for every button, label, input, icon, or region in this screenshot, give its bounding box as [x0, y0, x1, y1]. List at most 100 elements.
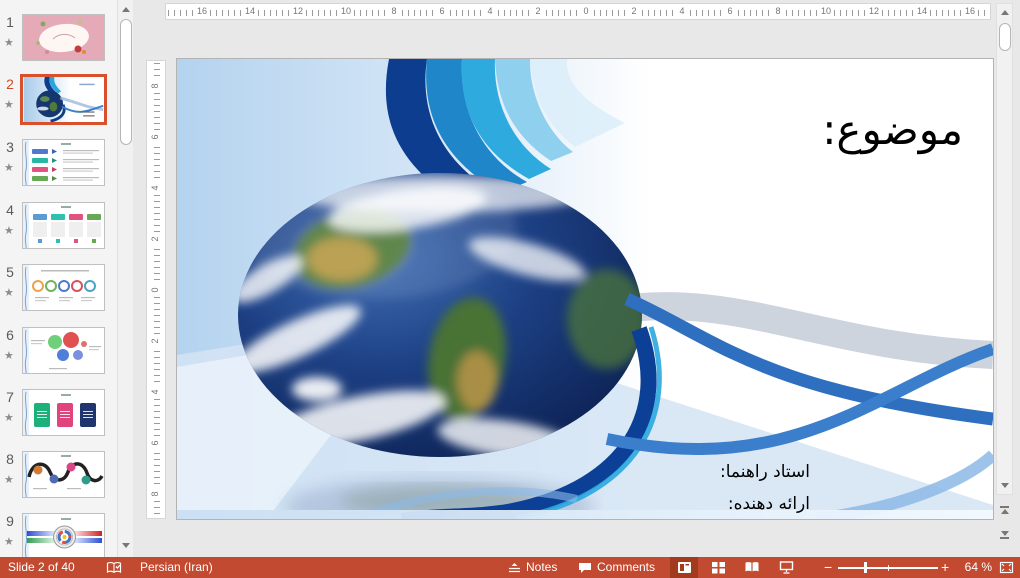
notes-button[interactable]: Notes	[508, 557, 557, 578]
slide-8-animation-star-icon: ★	[4, 473, 14, 486]
horizontal-ruler: 16 14 12 10 8 6 4 2 0 2 4 6 8 10 12 14 1…	[165, 3, 991, 20]
reading-book-icon	[744, 561, 760, 574]
slide-9-animation-star-icon: ★	[4, 535, 14, 548]
comments-label: Comments	[597, 557, 655, 578]
zoom-percent[interactable]: 64 %	[958, 557, 992, 578]
slide-thumbnail-panel: 1 ★ 2 ★	[0, 0, 133, 557]
slide-6-animation-star-icon: ★	[4, 349, 14, 362]
zoom-slider-track[interactable]	[838, 557, 938, 578]
thumbnail-scroll-down-button[interactable]	[119, 538, 133, 553]
status-bar: Slide 2 of 40 Persian (Iran) Notes Comme…	[0, 557, 1020, 578]
slide-8-number: 8	[2, 451, 18, 467]
slide-8-thumbnail-image	[23, 452, 105, 498]
h-ruler-label: 6	[435, 6, 449, 19]
slide-show-button[interactable]	[772, 557, 800, 578]
slide-title-textbox[interactable]: موضوع:	[822, 105, 963, 154]
triangle-up-icon	[1001, 10, 1009, 15]
slide-5-number: 5	[2, 264, 18, 280]
normal-view-icon	[677, 561, 692, 574]
thumbnail-scroll-up-button[interactable]	[119, 2, 133, 17]
slide-9-number: 9	[2, 513, 18, 529]
slide-7-thumbnail-image	[23, 390, 105, 436]
slide-6-thumbnail-image	[23, 328, 105, 374]
slide-4-thumbnail-image	[23, 203, 105, 249]
scroll-down-button[interactable]	[998, 478, 1011, 493]
slide-7-thumbnail[interactable]	[22, 389, 105, 436]
h-ruler-label: 8	[771, 6, 785, 19]
h-ruler-label: 10	[819, 6, 833, 19]
vertical-scrollbar[interactable]	[996, 3, 1013, 495]
slide-3-thumbnail-image	[23, 140, 105, 186]
h-ruler-label: 12	[291, 6, 305, 19]
vertical-scrollbar-thumb[interactable]	[999, 23, 1011, 51]
slide-7-number: 7	[2, 389, 18, 405]
triangle-up-icon	[122, 7, 130, 12]
spell-check-button[interactable]	[106, 557, 122, 578]
slide-6-number: 6	[2, 327, 18, 343]
v-ruler-label: 4	[150, 385, 162, 399]
slide-8-thumbnail[interactable]	[22, 451, 105, 498]
slide-indicator[interactable]: Slide 2 of 40	[8, 557, 75, 578]
slide-sorter-grid-icon	[711, 561, 726, 574]
slide-sorter-view-button[interactable]	[704, 557, 732, 578]
proofing-book-icon	[106, 561, 122, 575]
slide-3-thumbnail[interactable]	[22, 139, 105, 186]
h-ruler-label: 16	[195, 6, 209, 19]
v-ruler-label: 8	[150, 487, 162, 501]
v-ruler-label: 2	[150, 232, 162, 246]
fit-slide-to-window-button[interactable]	[999, 557, 1014, 578]
h-ruler-label: 16	[963, 6, 977, 19]
slide-editing-area[interactable]: موضوع: استاد راهنما: ارائه دهنده:	[177, 59, 993, 519]
triangle-down-icon	[1001, 483, 1009, 488]
slide-4-animation-star-icon: ★	[4, 224, 14, 237]
zoom-slider[interactable]	[838, 557, 938, 578]
h-ruler-label: 12	[867, 6, 881, 19]
reading-view-button[interactable]	[738, 557, 766, 578]
slide-4-thumbnail[interactable]	[22, 202, 105, 249]
presenter-label-textbox[interactable]: ارائه دهنده:	[728, 494, 810, 514]
triangle-down-icon	[122, 543, 130, 548]
zoom-slider-knob[interactable]	[864, 562, 867, 573]
double-up-arrow-icon	[1000, 506, 1009, 508]
language-indicator[interactable]: Persian (Iran)	[140, 557, 213, 578]
h-ruler-label: 14	[915, 6, 929, 19]
h-ruler-label: 8	[387, 6, 401, 19]
comments-bubble-icon	[578, 562, 592, 574]
slide-9-thumbnail-image	[23, 514, 105, 557]
previous-slide-button[interactable]	[996, 500, 1013, 520]
fit-to-window-icon	[999, 561, 1014, 574]
slide-1-thumbnail[interactable]	[22, 14, 105, 61]
slideshow-screen-icon	[779, 561, 794, 574]
h-ruler-label: 2	[627, 6, 641, 19]
zoom-out-button[interactable]: −	[824, 557, 832, 578]
v-ruler-label: 4	[150, 181, 162, 195]
v-ruler-label: 6	[150, 436, 162, 450]
slide-5-thumbnail[interactable]	[22, 264, 105, 311]
normal-view-button[interactable]	[670, 557, 698, 578]
next-slide-button[interactable]	[996, 525, 1013, 545]
scroll-up-button[interactable]	[998, 5, 1011, 20]
h-ruler-label: 0	[579, 6, 593, 19]
thumbnail-panel-scrollbar[interactable]	[117, 0, 133, 557]
comments-button[interactable]: Comments	[578, 557, 655, 578]
slide-6-thumbnail[interactable]	[22, 327, 105, 374]
slide-5-thumbnail-image	[23, 265, 105, 311]
slide-2-thumbnail-image	[23, 77, 104, 122]
v-ruler-label: 0	[150, 283, 162, 297]
slide-9-thumbnail[interactable]	[22, 513, 105, 557]
h-ruler-label: 4	[483, 6, 497, 19]
v-ruler-label: 8	[150, 79, 162, 93]
slide-2-animation-star-icon: ★	[4, 98, 14, 111]
slide-1-thumbnail-image	[23, 15, 105, 61]
advisor-label-textbox[interactable]: استاد راهنما:	[720, 462, 810, 482]
h-ruler-label: 4	[675, 6, 689, 19]
thumbnail-scrollbar-thumb[interactable]	[120, 19, 132, 145]
slide-2-thumbnail-selected[interactable]	[20, 74, 107, 125]
view-buttons-group	[670, 557, 800, 578]
h-ruler-label: 6	[723, 6, 737, 19]
h-ruler-label: 2	[531, 6, 545, 19]
slide-1-number: 1	[2, 14, 18, 30]
slide-1-animation-star-icon: ★	[4, 36, 14, 49]
zoom-in-button[interactable]: +	[941, 557, 949, 578]
notes-icon	[508, 562, 521, 574]
